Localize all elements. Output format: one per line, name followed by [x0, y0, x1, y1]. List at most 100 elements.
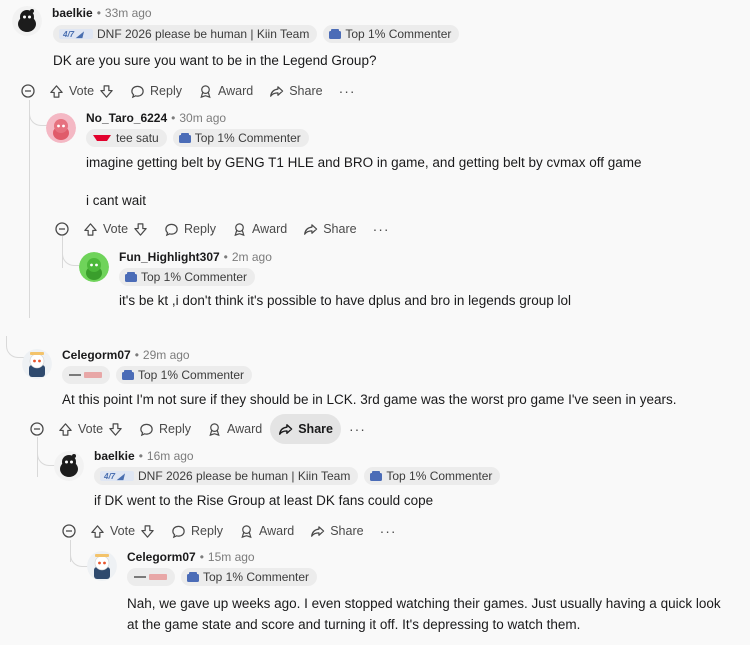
downvote-icon[interactable] — [108, 422, 123, 437]
flair-row: Top 1% Commenter — [62, 366, 253, 384]
top-commenter-badge: Top 1% Commenter — [119, 268, 256, 286]
share-button[interactable]: Share — [295, 214, 364, 244]
comment-meta: No_Taro_6224 • 30m ago — [86, 111, 226, 125]
flair-row: Top 1% Commenter — [127, 568, 318, 586]
user-flair — [62, 366, 110, 384]
avatar[interactable] — [87, 551, 117, 581]
reply-button[interactable]: Reply — [156, 214, 224, 244]
upvote-icon[interactable] — [49, 84, 64, 99]
award-label: Award — [259, 524, 295, 538]
comment-meta: Fun_Highlight307 • 2m ago — [119, 250, 272, 264]
share-button[interactable]: Share — [270, 414, 341, 444]
comment-body: Nah, we gave up weeks ago. I even stoppe… — [127, 596, 721, 632]
flair-badge-icon — [187, 572, 199, 582]
collapse-icon[interactable] — [30, 422, 44, 436]
action-bar: Vote Reply Award Share ··· — [21, 76, 364, 106]
reply-icon — [172, 525, 185, 538]
comment-body: At this point I'm not sure if they shoul… — [62, 392, 677, 407]
award-button[interactable]: Award — [231, 516, 302, 546]
username[interactable]: Celegorm07 — [127, 550, 196, 564]
downvote-icon[interactable] — [99, 84, 114, 99]
timestamp[interactable]: 16m ago — [147, 449, 194, 463]
timestamp[interactable]: 2m ago — [232, 250, 272, 264]
flair-row: 4/7 ◢ DNF 2026 please be human | Kiin Te… — [94, 467, 501, 485]
flair-text: Top 1% Commenter — [203, 570, 310, 584]
reply-button[interactable]: Reply — [122, 76, 190, 106]
share-icon — [270, 85, 284, 97]
downvote-icon[interactable] — [133, 222, 148, 237]
flair-badge-icon — [122, 370, 134, 380]
snoo-avatar-icon — [46, 113, 76, 143]
username[interactable]: Celegorm07 — [62, 348, 131, 362]
thread-curve — [6, 336, 24, 358]
upvote-icon[interactable] — [83, 222, 98, 237]
team-logo-icon — [93, 135, 111, 141]
reply-icon — [165, 223, 178, 236]
thread-curve — [70, 545, 88, 567]
username[interactable]: Fun_Highlight307 — [119, 250, 220, 264]
flair-badge-icon — [178, 133, 191, 143]
award-button[interactable]: Award — [199, 414, 270, 444]
reply-button[interactable]: Reply — [163, 516, 231, 546]
username[interactable]: baelkie — [52, 6, 93, 20]
flair-badge-icon — [370, 471, 383, 481]
top-commenter-badge: Top 1% Commenter — [323, 25, 460, 43]
avatar[interactable] — [79, 252, 109, 282]
snoo-avatar-icon — [79, 252, 109, 282]
downvote-icon[interactable] — [140, 524, 155, 539]
flair-badge-icon — [125, 272, 137, 282]
team-logo-icon: 4/7 ◢ — [100, 471, 134, 481]
vote-control: Vote — [82, 516, 163, 546]
user-flair: 4/7 ◢ DNF 2026 please be human | Kiin Te… — [94, 467, 359, 485]
flair-row: 4/7 ◢ DNF 2026 please be human | Kiin Te… — [53, 25, 460, 43]
action-bar: Vote Reply Award Share ··· — [62, 516, 405, 546]
username[interactable]: No_Taro_6224 — [86, 111, 167, 125]
collapse-icon[interactable] — [62, 524, 76, 538]
avatar[interactable] — [54, 451, 84, 481]
team-logo-icon — [134, 574, 167, 580]
award-button[interactable]: Award — [224, 214, 295, 244]
more-options-button[interactable]: ··· — [341, 421, 374, 437]
upvote-icon[interactable] — [58, 422, 73, 437]
top-commenter-badge: Top 1% Commenter — [364, 467, 501, 485]
award-button[interactable]: Award — [190, 76, 261, 106]
avatar[interactable] — [12, 6, 42, 36]
reply-button[interactable]: Reply — [131, 414, 199, 444]
timestamp[interactable]: 29m ago — [143, 348, 190, 362]
thread-curve — [29, 104, 47, 126]
upvote-icon[interactable] — [90, 524, 105, 539]
snoo-avatar-icon — [22, 349, 52, 379]
separator-dot: • — [134, 348, 139, 362]
separator-dot: • — [223, 250, 228, 264]
flair-text: DNF 2026 please be human | Kiin Team — [97, 27, 310, 41]
username[interactable]: baelkie — [94, 449, 135, 463]
share-icon — [311, 525, 325, 537]
comment-body: i cant wait — [86, 193, 147, 208]
action-bar: Vote Reply Award Share ··· — [55, 214, 398, 244]
award-icon — [241, 524, 252, 538]
share-button[interactable]: Share — [261, 76, 330, 106]
vote-control: Vote — [50, 414, 131, 444]
avatar[interactable] — [22, 349, 52, 379]
flair-row: Top 1% Commenter — [119, 268, 256, 286]
more-options-button[interactable]: ··· — [331, 83, 364, 99]
timestamp[interactable]: 15m ago — [208, 550, 255, 564]
separator-dot: • — [171, 111, 176, 125]
timestamp[interactable]: 30m ago — [179, 111, 226, 125]
more-options-button[interactable]: ··· — [365, 221, 398, 237]
share-label: Share — [323, 222, 357, 236]
separator-dot: • — [199, 550, 204, 564]
separator-dot: • — [96, 6, 101, 20]
collapse-icon[interactable] — [55, 222, 69, 236]
comment-meta: Celegorm07 • 29m ago — [62, 348, 190, 362]
share-button[interactable]: Share — [302, 516, 371, 546]
more-options-button[interactable]: ··· — [372, 523, 405, 539]
avatar[interactable] — [46, 113, 76, 143]
reply-label: Reply — [150, 84, 182, 98]
comment-meta: baelkie • 16m ago — [94, 449, 194, 463]
timestamp[interactable]: 33m ago — [105, 6, 152, 20]
award-icon — [234, 222, 245, 236]
collapse-icon[interactable] — [21, 84, 35, 98]
vote-label: Vote — [69, 84, 95, 98]
comment-body: imagine getting belt by GENG T1 HLE and … — [86, 155, 642, 170]
